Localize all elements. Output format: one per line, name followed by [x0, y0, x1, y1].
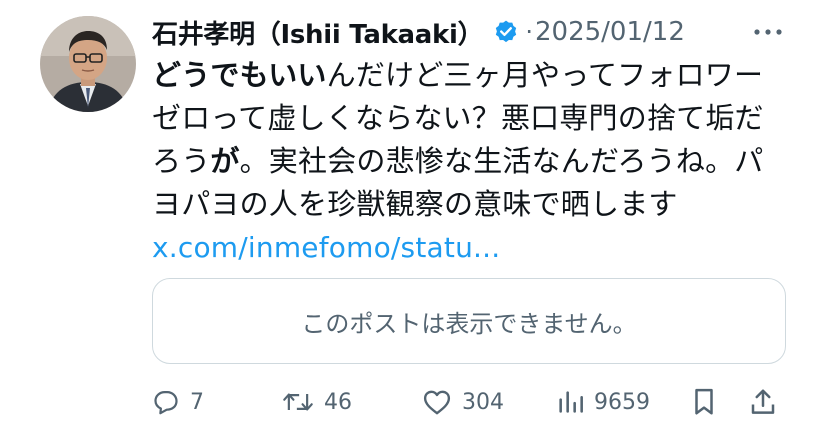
reply-icon: [154, 390, 178, 415]
quoted-post-unavailable: このポストは表示できません。: [152, 278, 786, 364]
text-segment: ろう: [152, 144, 211, 178]
like-count: 304: [462, 389, 504, 415]
tweet-text-line: ヨパヨの人を珍獣観察の意味で晒します: [152, 183, 802, 226]
post-date[interactable]: 2025/01/12: [535, 17, 685, 47]
tweet-text-line: どうでもいいんだけど三ヶ月やってフォロワー: [152, 54, 802, 97]
like-icon: [423, 390, 451, 415]
share-button[interactable]: [748, 382, 778, 422]
text-segment: が: [210, 144, 240, 178]
text-segment: んだけど三ヶ月やってフォロワー: [326, 58, 764, 92]
tweet-text: どうでもいいんだけど三ヶ月やってフォロワー ゼロって虚しくならない？悪口専門の捨…: [152, 54, 802, 269]
text-segment: ヨパヨの人を珍獣観察の意味で晒します: [152, 187, 678, 221]
tweet-text-line: x.com/inmefomo/statu...: [152, 226, 802, 269]
text-segment: ゼロって虚しくならない？悪口専門の捨て垢だ: [152, 101, 764, 135]
more-icon[interactable]: [748, 18, 788, 46]
repost-button[interactable]: 46: [282, 382, 352, 422]
tweet-text-line: ゼロって虚しくならない？悪口専門の捨て垢だ: [152, 97, 802, 140]
tweet-header: 石井孝明（Ishii Takaaki） · 2025/01/12: [152, 12, 812, 52]
action-bar: 7 46 304 9659: [150, 382, 790, 422]
text-segment: 。実社会の悲惨な生活なんだろうね。パ: [239, 144, 764, 178]
share-icon: [751, 389, 775, 414]
bookmark-button[interactable]: [690, 382, 718, 422]
tweet-text-line: ろうが。実社会の悲惨な生活なんだろうね。パ: [152, 140, 802, 183]
like-button[interactable]: 304: [422, 382, 504, 422]
repost-icon: [283, 393, 313, 411]
views-button[interactable]: 9659: [556, 382, 650, 422]
view-count: 9659: [594, 389, 650, 415]
views-icon: [559, 391, 583, 413]
avatar-image: [40, 16, 136, 112]
repost-count: 46: [324, 389, 352, 415]
author-avatar[interactable]: [40, 16, 136, 112]
author-name[interactable]: 石井孝明（Ishii Takaaki）: [152, 14, 484, 51]
reply-button[interactable]: 7: [152, 382, 204, 422]
bookmark-icon: [695, 388, 713, 415]
tweet[interactable]: 石井孝明（Ishii Takaaki） · 2025/01/12 どうでもいいん…: [0, 0, 828, 438]
post-link[interactable]: x.com/inmefomo/statu...: [152, 231, 500, 264]
reply-count: 7: [190, 389, 204, 415]
unavailable-message: このポストは表示できません。: [301, 309, 637, 338]
header-separator: ·: [525, 18, 533, 46]
text-segment: どうでもいい: [152, 58, 327, 92]
verified-badge-icon[interactable]: [493, 19, 519, 45]
